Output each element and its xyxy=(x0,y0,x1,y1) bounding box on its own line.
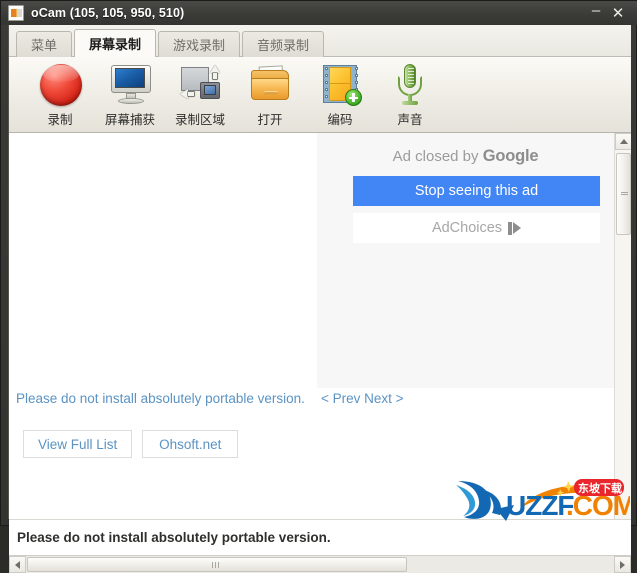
ocam-app-icon xyxy=(8,5,24,21)
ad-closed-notice: Ad closed by Google xyxy=(317,133,614,166)
tab-screen-recording[interactable]: 屏幕录制 xyxy=(74,29,157,57)
record-circle-icon xyxy=(36,62,84,108)
tab-audio-recording-label: 音频录制 xyxy=(257,38,310,53)
toolbar-button-record-area-label: 录制区域 xyxy=(174,113,225,127)
prev-next-pager[interactable]: < Prev Next > xyxy=(321,391,404,406)
toolbar-button-open-label: 打开 xyxy=(257,113,283,127)
application-window: oCam (105, 105, 950, 510) – ✕ 菜单 屏幕录制 游戏… xyxy=(0,0,637,573)
toolbar-button-screen-capture[interactable]: 屏幕捕获 xyxy=(95,62,165,130)
scroll-up-arrow[interactable] xyxy=(615,133,631,150)
toolbar-button-sound[interactable]: 声音 xyxy=(375,62,445,130)
adchoices-button[interactable]: AdChoices xyxy=(353,213,600,243)
ad-panel: Ad closed by Google Stop seeing this ad … xyxy=(317,133,614,388)
tab-game-recording-label: 游戏录制 xyxy=(173,38,226,53)
monitor-capture-icon xyxy=(106,62,154,108)
vertical-scrollbar-thumb[interactable] xyxy=(616,153,631,235)
toolbar-button-screen-capture-label: 屏幕捕获 xyxy=(104,113,155,127)
tab-menu-label: 菜单 xyxy=(31,38,58,53)
tab-game-recording[interactable]: 游戏录制 xyxy=(158,31,241,57)
toolbar-button-encode[interactable]: 编码 xyxy=(305,62,375,130)
scroll-left-arrow[interactable] xyxy=(9,556,26,573)
toolbar-button-record-label: 录制 xyxy=(47,113,73,127)
status-bar: Please do not install absolutely portabl… xyxy=(9,519,631,555)
stop-seeing-this-ad-button[interactable]: Stop seeing this ad xyxy=(353,176,600,206)
adchoices-label: AdChoices xyxy=(431,220,503,236)
title-bar[interactable]: oCam (105, 105, 950, 510) – ✕ xyxy=(1,1,637,25)
notice-row: Please do not install absolutely portabl… xyxy=(16,391,403,406)
tab-strip: 菜单 屏幕录制 游戏录制 音频录制 xyxy=(9,25,631,57)
toolbar-button-record[interactable]: 录制 xyxy=(25,62,95,130)
minimize-button[interactable]: – xyxy=(585,0,607,26)
window-controls: – ✕ xyxy=(585,1,637,25)
action-button-row: View Full List Ohsoft.net xyxy=(23,430,239,458)
tab-screen-recording-label: 屏幕录制 xyxy=(89,37,142,52)
content-inner: Ad closed by Google Stop seeing this ad … xyxy=(9,133,614,519)
adchoices-triangle-icon xyxy=(508,221,522,235)
toolbar-button-open[interactable]: 打开 xyxy=(235,62,305,130)
horizontal-scrollbar[interactable] xyxy=(9,555,631,573)
open-folder-icon xyxy=(246,62,294,108)
microphone-icon xyxy=(386,62,434,108)
toolbar-button-sound-label: 声音 xyxy=(397,113,423,127)
toolbar-button-encode-label: 编码 xyxy=(327,113,353,127)
main-toolbar: 录制 屏幕捕获 录制区域 打开 编码 声音 xyxy=(9,57,631,133)
stop-seeing-this-ad-label: Stop seeing this ad xyxy=(414,183,539,199)
toolbar-button-record-area[interactable]: 录制区域 xyxy=(165,62,235,130)
google-brand-label: Google xyxy=(482,147,539,165)
window-title: oCam (105, 105, 950, 510) xyxy=(31,6,185,20)
horizontal-scrollbar-thumb[interactable] xyxy=(27,557,407,572)
close-button[interactable]: ✕ xyxy=(607,3,629,23)
view-full-list-label: View Full List xyxy=(38,436,118,452)
status-message: Please do not install absolutely portabl… xyxy=(17,530,331,545)
tab-menu[interactable]: 菜单 xyxy=(16,31,73,57)
film-encode-icon xyxy=(316,62,364,108)
view-full-list-button[interactable]: View Full List xyxy=(23,430,133,458)
region-select-icon xyxy=(176,62,224,108)
scroll-right-arrow[interactable] xyxy=(614,556,631,573)
ohsoft-net-label: Ohsoft.net xyxy=(159,436,222,452)
ohsoft-net-button[interactable]: Ohsoft.net xyxy=(142,430,239,458)
portable-version-notice-link[interactable]: Please do not install absolutely portabl… xyxy=(16,391,305,406)
vertical-scrollbar[interactable] xyxy=(614,133,631,519)
content-pane: Ad closed by Google Stop seeing this ad … xyxy=(9,133,631,519)
client-area: 菜单 屏幕录制 游戏录制 音频录制 录制 屏幕捕获 录制区域 打开 编码 声音 … xyxy=(8,25,631,573)
tab-audio-recording[interactable]: 音频录制 xyxy=(242,31,325,57)
ad-closed-prefix: Ad closed by xyxy=(392,148,483,165)
